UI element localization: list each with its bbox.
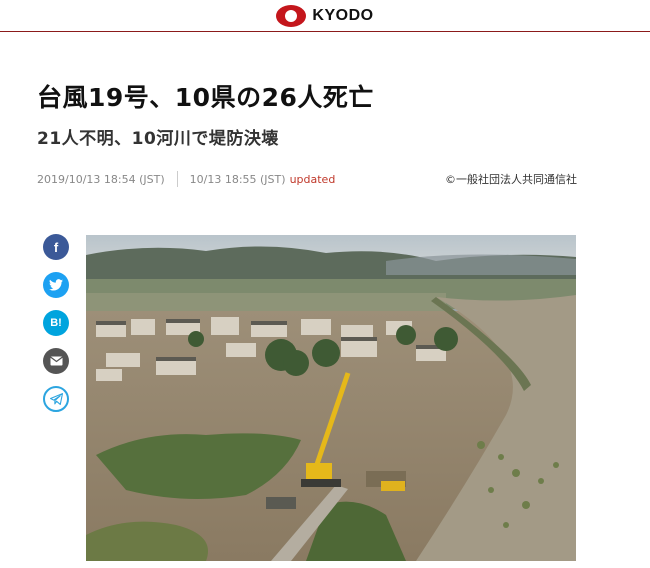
flood-photo-illustration [86, 235, 576, 561]
logo-text: KYODO [312, 6, 374, 24]
share-buttons: f B! [43, 234, 69, 412]
kyodo-logo-icon [276, 4, 307, 27]
mail-share-button[interactable] [43, 348, 69, 374]
article-subtitle: 21人不明、10河川で堤防決壊 [37, 129, 279, 149]
article-page: KYODO 台風19号、10県の26人死亡 21人不明、10河川で堤防決壊 20… [0, 0, 650, 568]
telegram-icon [49, 393, 63, 405]
meta-divider [176, 171, 178, 187]
facebook-share-button[interactable]: f [43, 234, 69, 260]
hatena-bookmark-button[interactable]: B! [43, 310, 69, 336]
flood-aerial-photo [86, 235, 576, 561]
mail-icon [49, 356, 63, 366]
updated-label: updated [289, 172, 336, 186]
twitter-icon [49, 279, 63, 291]
hatena-bookmark-icon: B! [50, 317, 62, 329]
site-header: KYODO [0, 0, 650, 32]
twitter-share-button[interactable] [43, 272, 69, 298]
article-title: 台風19号、10県の26人死亡 [37, 83, 374, 112]
published-date: 2019/10/13 18:54 (JST) [37, 172, 165, 186]
facebook-icon: f [53, 239, 59, 255]
telegram-share-button[interactable] [43, 386, 69, 412]
kyodo-logo[interactable]: KYODO [276, 4, 374, 27]
copyright-credit: ©一般社団法人共同通信社 [445, 173, 577, 186]
article-meta: 2019/10/13 18:54 (JST) 10/13 18:55 (JST)… [37, 169, 577, 189]
updated-date: 10/13 18:55 (JST) [189, 172, 286, 186]
